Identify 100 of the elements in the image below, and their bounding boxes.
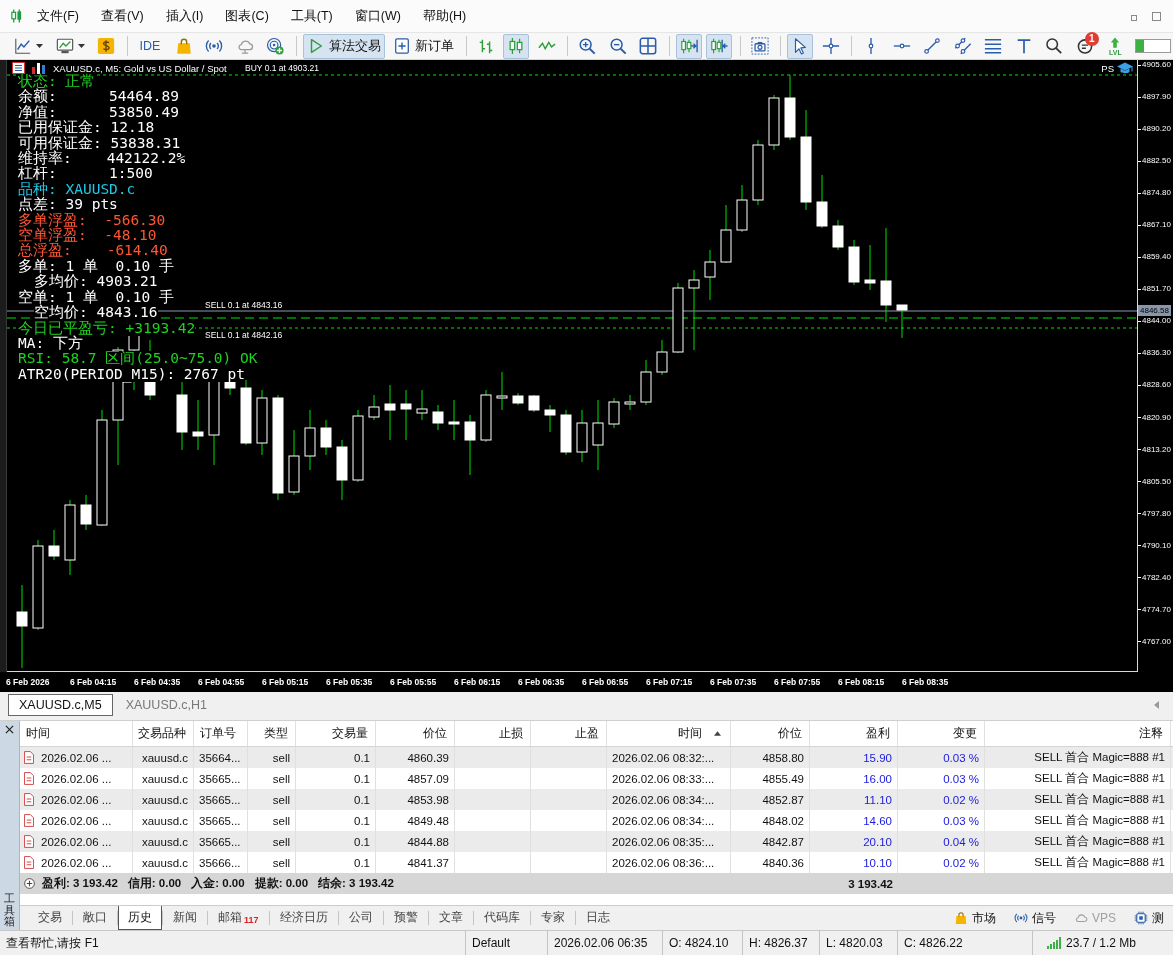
ide-button[interactable]: IDE (133, 33, 167, 59)
table-cell: 0.1 (354, 856, 370, 869)
time-label: 6 Feb 08:35 (902, 677, 950, 687)
table-cell: 20.10 (863, 835, 892, 848)
candlestick (768, 94, 780, 151)
zoom-in-icon (578, 37, 597, 55)
table-cell: 0.02 % (943, 793, 979, 806)
time-label: 6 Feb 06:35 (518, 677, 566, 687)
column-header[interactable]: 交易量 (296, 721, 376, 746)
info-text: RSI: 58.7 区间(25.0~75.0) OK (18, 351, 258, 367)
cursor-button[interactable] (787, 33, 814, 59)
column-header[interactable]: 时间 (607, 721, 731, 746)
table-cell: 4848.02 (762, 814, 804, 827)
terminal-tab[interactable]: 代码库 (473, 906, 530, 930)
table-row[interactable]: 2026.02.06 ... xauusd.c 35664... sell 0.1 4860.39 2026.02.06 08:32:... 4858.80 15.90 0.03 % SELL 首合 Magic=888 #1 (20, 747, 1173, 768)
table-cell: sell (272, 814, 290, 827)
terminal-tab[interactable]: 文章 (428, 906, 473, 930)
terminal-tab[interactable]: 日志 (575, 906, 620, 930)
price-label: 4790.10 (1138, 540, 1171, 551)
menu-item[interactable]: 插入(I) (154, 7, 215, 25)
column-header[interactable]: 注释 (985, 721, 1171, 746)
panel-tab[interactable]: 市场 (945, 906, 1005, 930)
chip-icon (1134, 911, 1148, 925)
column-header[interactable]: 止损 (455, 721, 531, 746)
cloud-icon (235, 37, 254, 55)
menu-item[interactable]: 文件(F) (26, 7, 90, 25)
table-cell: sell (272, 835, 290, 848)
candlestick (848, 239, 860, 286)
crosshair-icon (821, 37, 840, 55)
terminal-tab[interactable]: 新闻 (163, 906, 207, 930)
terminal-tab[interactable]: 邮箱 $_{117}$ (208, 906, 269, 930)
panel-tab[interactable]: 测 (1125, 906, 1173, 930)
terminal-tab[interactable]: 敞口 (73, 906, 117, 930)
column-header[interactable]: 价位 (376, 721, 455, 746)
column-header[interactable]: 变更 (898, 721, 985, 746)
table-row[interactable]: 2026.02.06 ... xauusd.c 35665... sell 0.1 4853.98 2026.02.06 08:34:... 4852.87 11.10 0.02 % SELL 首合 Magic=888 #1 (20, 789, 1173, 810)
new-order-button[interactable]: 新订单 (389, 33, 459, 59)
candlestick (320, 419, 332, 456)
table-cell: 16.00 (863, 772, 892, 785)
auto-scroll-button[interactable] (675, 33, 702, 59)
menu-item[interactable]: 查看(V) (89, 7, 155, 25)
info-text: 空单: 1 单 0.10 手 (18, 289, 175, 306)
terminal-tab[interactable]: 专家 (530, 906, 575, 930)
time-label: 6 Feb 05:35 (326, 677, 374, 687)
column-header[interactable]: 止盈 (531, 721, 607, 746)
low-price: L: 4820.03 (819, 931, 897, 955)
table-cell: 4855.49 (762, 772, 804, 785)
bars-icon[interactable] (32, 62, 45, 74)
chart-window-icon (55, 37, 74, 55)
menu-item[interactable]: 图表(C) (214, 7, 280, 25)
horizontal-line-icon (892, 43, 911, 49)
candlestick (656, 339, 668, 376)
chart-shift-button[interactable] (706, 33, 733, 59)
panel-tab[interactable]: 信号 (1005, 906, 1065, 930)
table-cell: xauusd.c (141, 835, 188, 848)
info-text: 多单浮盈: -566.30 (18, 212, 166, 229)
horizontal-lines-icon (984, 37, 1003, 55)
menu-item[interactable]: 窗口(W) (343, 7, 412, 25)
column-header[interactable]: 类型 (248, 721, 296, 746)
candlestick (336, 439, 348, 501)
candlestick (720, 204, 732, 264)
candlestick (864, 244, 876, 291)
column-header[interactable]: 交易品种 (133, 721, 194, 746)
candlestick (624, 394, 636, 411)
table-cell: 0.1 (354, 814, 370, 827)
restore-icon[interactable] (1151, 11, 1161, 21)
terminal-tab[interactable]: 预警 (383, 906, 428, 930)
candlestick (640, 359, 652, 406)
chart-tab[interactable]: XAUUSD.c,M5 (8, 694, 113, 716)
column-header[interactable]: 盈利 (810, 721, 898, 746)
menu-item[interactable]: 工具(T) (279, 7, 344, 25)
column-header[interactable]: 订单号 (194, 721, 248, 746)
algo-trading-button[interactable]: 算法交易 (302, 33, 385, 59)
table-cell: 2026.02.06 ... (41, 856, 112, 869)
candlestick (496, 371, 508, 411)
info-text: 状态: 正常 (18, 74, 96, 90)
column-header[interactable]: 价位 (731, 721, 810, 746)
info-text: 杠杆: 1:500 (18, 166, 153, 182)
table-cell: 11.10 (864, 793, 892, 806)
menu-item[interactable]: 帮助(H) (411, 7, 478, 25)
terminal-tab[interactable]: 公司 (338, 906, 383, 930)
table-cell: 0.02 % (943, 856, 979, 869)
terminal-tab[interactable]: 经济日历 (269, 906, 338, 930)
terminal-tab[interactable]: 历史 (118, 906, 162, 930)
chart-tab[interactable]: XAUUSD.c,H1 (114, 694, 218, 716)
table-row[interactable]: 2026.02.06 ... xauusd.c 35665... sell 0.1 4844.88 2026.02.06 08:35:... 4842.87 20.10 0.04 % SELL 首合 Magic=888 #1 (20, 831, 1173, 852)
expand-icon[interactable] (24, 878, 35, 889)
close-icon[interactable] (5, 725, 14, 734)
candlestick (416, 389, 428, 421)
candlestick-button[interactable] (503, 33, 530, 59)
column-header[interactable]: 时间 (20, 721, 133, 746)
price-label: 4820.90 (1138, 412, 1171, 423)
graduation-cap-icon[interactable] (1117, 62, 1133, 74)
candlestick (528, 394, 540, 413)
table-cell: 0.1 (354, 751, 370, 764)
list-icon[interactable] (12, 62, 25, 74)
terminal-tab[interactable]: 交易 (28, 906, 72, 930)
table-cell: 4860.39 (407, 751, 449, 764)
price-label: 4782.40 (1138, 572, 1171, 583)
messages-button[interactable]: 1 (1071, 33, 1098, 59)
